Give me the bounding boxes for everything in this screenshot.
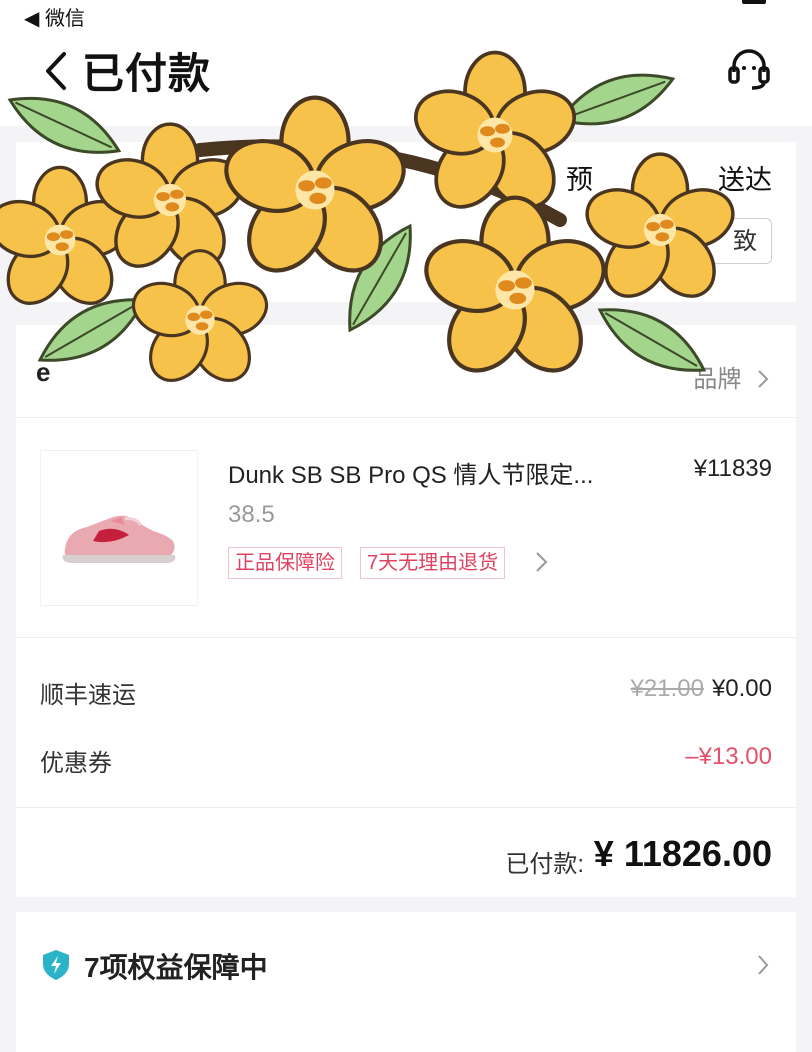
divider xyxy=(16,807,796,808)
chevron-right-icon xyxy=(758,370,769,388)
delivery-estimate-text: 送达 xyxy=(718,165,772,195)
paid-amount: ¥ 11826.00 xyxy=(593,833,772,874)
shield-lightning-icon xyxy=(43,950,69,980)
battery-icon xyxy=(742,0,766,4)
brand-link[interactable]: 品牌 xyxy=(693,359,770,394)
benefits-label: 7项权益保障中 xyxy=(84,952,268,983)
delivery-action-button[interactable]: 致 xyxy=(652,218,772,264)
page-title: 已付款 xyxy=(82,50,212,97)
back-chevron-icon[interactable] xyxy=(40,48,76,94)
shipping-label: 顺丰速运 xyxy=(40,682,136,709)
customer-service-headset-icon[interactable] xyxy=(726,46,772,92)
status-bar: ◀ 微信 xyxy=(0,0,812,31)
divider xyxy=(16,417,796,418)
coupon-label: 优惠券 xyxy=(40,750,112,777)
shipping-original-price: ¥21.00 xyxy=(630,675,704,702)
back-to-wechat-link[interactable]: ◀ 微信 xyxy=(24,2,85,31)
benefits-card[interactable]: 7项权益保障中 xyxy=(16,912,796,1052)
sneaker-image xyxy=(62,515,176,563)
service-tag-7day-return[interactable]: 7天无理由退货 xyxy=(360,547,506,579)
shipping-value: ¥21.00 ¥0.00 xyxy=(631,675,772,703)
product-thumbnail[interactable] xyxy=(40,450,198,606)
nav-header: 已付款 xyxy=(0,28,812,126)
product-name[interactable]: Dunk SB SB Pro QS 情人节限定... xyxy=(228,455,593,490)
order-detail-card: e 品牌 Dunk SB SB Pro QS 情人节限定... ¥11839 3… xyxy=(16,325,796,897)
brand-link-label: 品牌 xyxy=(693,366,742,393)
service-tag-authentic-insurance[interactable]: 正品保障险 xyxy=(228,547,342,579)
delivery-estimate-prefix: 预 xyxy=(566,165,593,195)
product-price: ¥11839 xyxy=(693,455,772,482)
divider xyxy=(16,637,796,638)
shipping-price: ¥0.00 xyxy=(711,675,772,702)
chevron-right-icon xyxy=(758,955,769,975)
coupon-value: –¥13.00 xyxy=(685,743,772,770)
paid-label: 已付款: xyxy=(505,851,584,878)
chevron-right-icon[interactable] xyxy=(534,551,550,573)
delivery-card: 预 送达 致 xyxy=(16,142,796,302)
product-size: 38.5 xyxy=(228,501,275,528)
store-name[interactable]: e xyxy=(36,357,50,388)
